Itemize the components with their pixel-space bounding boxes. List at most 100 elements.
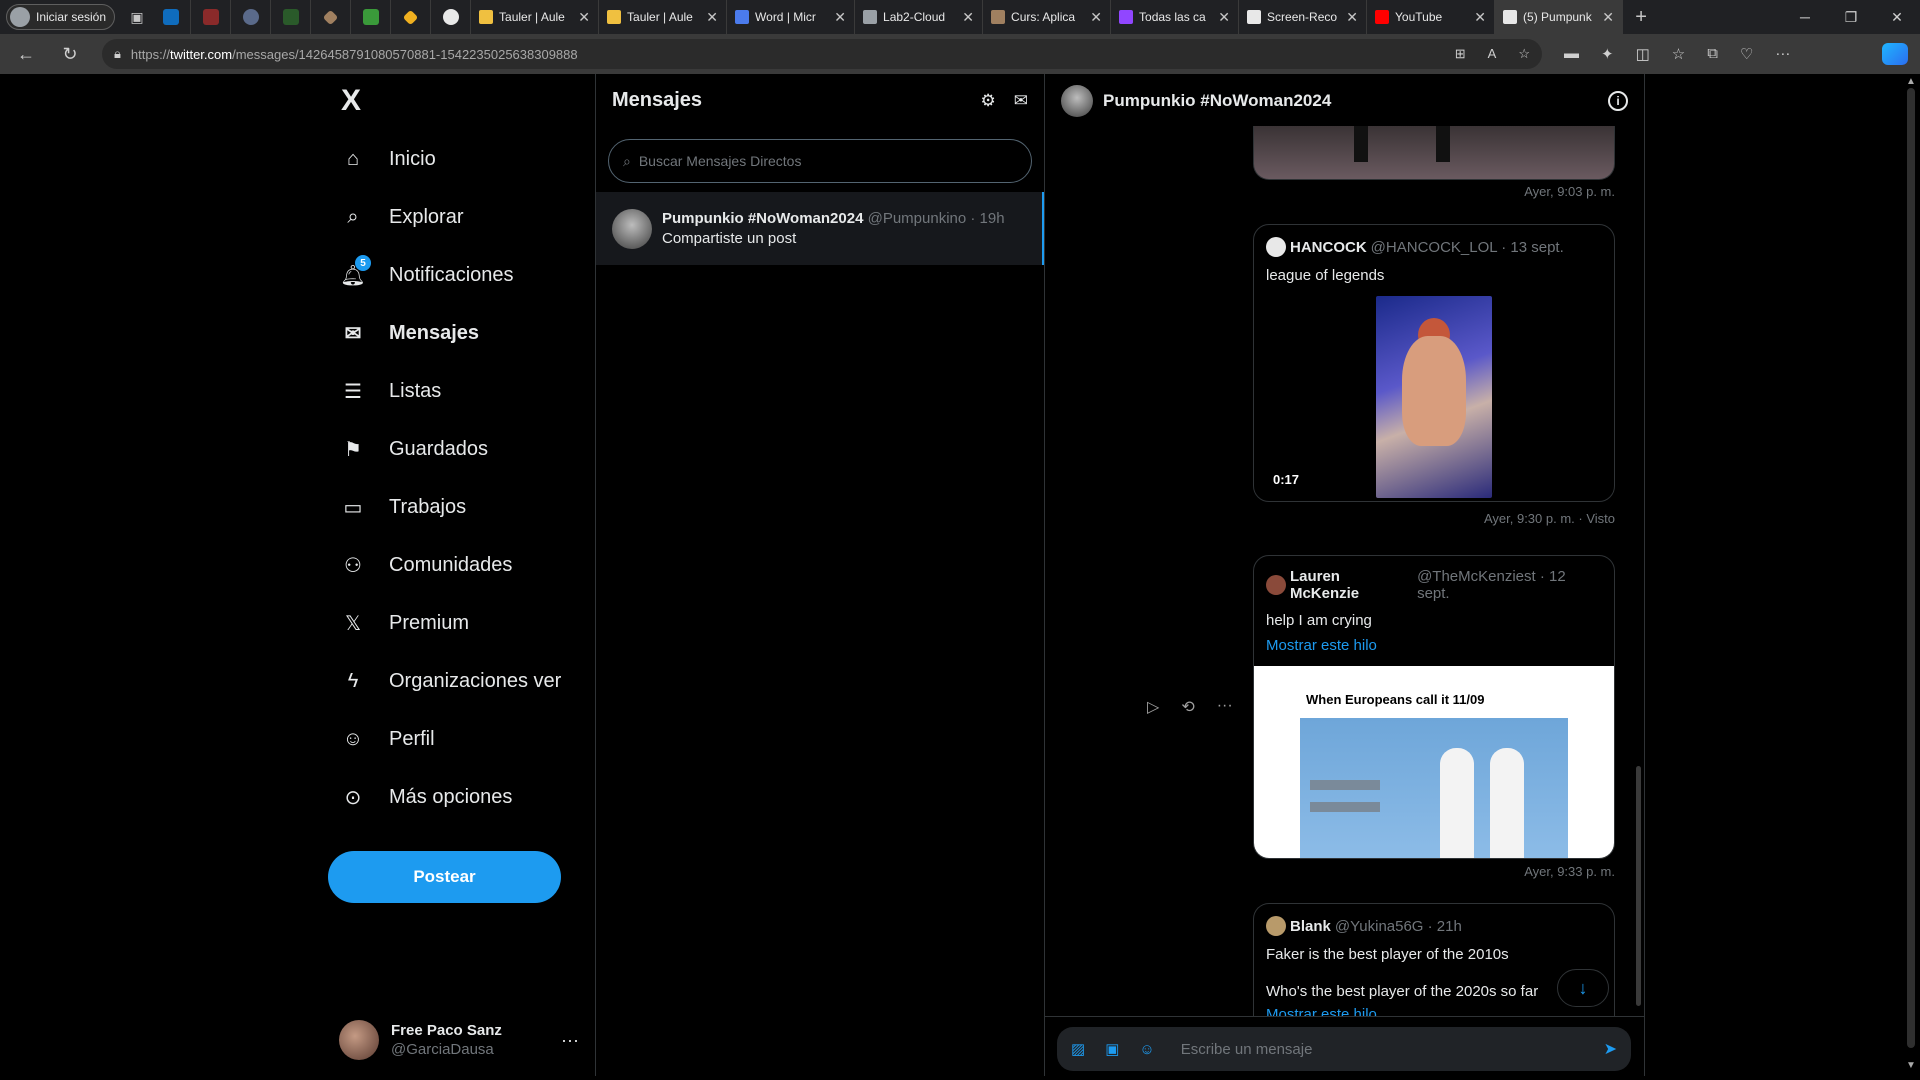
post-text: help I am crying [1266, 612, 1372, 629]
close-tab-icon[interactable]: ✕ [962, 9, 974, 26]
sidebar-item-explorar[interactable]: ⌕ Explorar [327, 188, 587, 246]
people-icon: ⚇ [344, 554, 362, 577]
media-icon[interactable]: ▨ [1071, 1040, 1085, 1058]
split-screen-icon[interactable]: ◫ [1636, 45, 1650, 63]
send-icon[interactable]: ➤ [1604, 1039, 1617, 1059]
close-tab-icon[interactable]: ✕ [834, 9, 846, 26]
sidebar-item-listas[interactable]: ☰ Listas [327, 362, 587, 420]
sidebar-item-mensajes[interactable]: ✉ Mensajes [327, 304, 587, 362]
new-tab-button[interactable]: + [1623, 6, 1659, 29]
tab-favicon-icon [1119, 10, 1134, 24]
message-composer[interactable]: ▨ ▣ ☺ Escribe un mensaje ➤ [1057, 1027, 1631, 1071]
sidebar-item-premium[interactable]: 𝕏 Premium [327, 594, 587, 652]
sidebar-item-inicio[interactable]: ⌂ Inicio [327, 130, 587, 188]
page-scrollbar[interactable]: ▲ ▼ [1902, 74, 1920, 1076]
pinned-tab[interactable] [311, 0, 352, 34]
workspaces-icon[interactable]: ▣ [123, 3, 151, 31]
lock-icon: 🔒︎ [114, 46, 121, 61]
collections-icon[interactable]: ⧉ [1707, 45, 1718, 63]
pinned-tab[interactable] [391, 0, 432, 34]
pinned-tab[interactable] [231, 0, 272, 34]
react-icon[interactable]: ⟲ [1181, 697, 1194, 717]
close-tab-icon[interactable]: ✕ [706, 9, 718, 26]
browser-tab[interactable]: Todas las ca ✕ [1111, 0, 1240, 34]
post-button[interactable]: Postear [328, 851, 561, 903]
minimize-icon[interactable]: ─ [1782, 0, 1828, 34]
page-scrollbar-thumb[interactable] [1907, 88, 1915, 1048]
url-field[interactable]: 🔒︎ https://twitter.com/messages/14264587… [102, 39, 1542, 69]
new-message-icon[interactable]: ✉ [1014, 91, 1028, 111]
restore-icon[interactable]: ❐ [1828, 0, 1874, 34]
share-icon[interactable]: ▷ [1147, 697, 1159, 717]
browser-tab[interactable]: YouTube ✕ [1367, 0, 1496, 34]
gif-icon[interactable]: ▣ [1105, 1040, 1119, 1058]
close-tab-icon[interactable]: ✕ [1602, 9, 1614, 26]
profile-button[interactable]: Iniciar sesión [6, 4, 116, 30]
scroll-up-icon[interactable]: ▲ [1906, 76, 1916, 87]
message-input[interactable]: Escribe un mensaje [1181, 1041, 1313, 1058]
pinned-tab[interactable] [271, 0, 312, 34]
browser-tab[interactable]: Word | Micr ✕ [727, 0, 856, 34]
sidebar-item-notificaciones[interactable]: 🔔︎ 5 Notificaciones [327, 246, 587, 304]
browser-tab[interactable]: Screen-Reco ✕ [1239, 0, 1368, 34]
shared-post-card[interactable]: Lauren McKenzie @TheMcKenziest · 12 sept.… [1253, 555, 1615, 859]
browser-tab[interactable]: (5) Pumpunk ✕ [1495, 0, 1624, 34]
browser-tab[interactable]: Tauler | Aule ✕ [471, 0, 600, 34]
shared-image-preview[interactable] [1253, 126, 1615, 180]
post-video[interactable] [1376, 296, 1492, 498]
close-tab-icon[interactable]: ✕ [1090, 9, 1102, 26]
emoji-icon[interactable]: ☺ [1139, 1041, 1154, 1058]
info-icon[interactable]: i [1608, 90, 1628, 111]
browser-tab[interactable]: Tauler | Aule ✕ [599, 0, 728, 34]
x-logo-icon: 𝕏 [344, 612, 362, 635]
scroll-down-icon[interactable]: ▼ [1906, 1060, 1916, 1071]
favorite-star-icon[interactable]: ☆ [1518, 46, 1530, 62]
close-tab-icon[interactable]: ✕ [578, 9, 590, 26]
show-thread-link[interactable]: Mostrar este hilo [1266, 637, 1602, 654]
close-tab-icon[interactable]: ✕ [1474, 9, 1486, 26]
account-switcher[interactable]: Free Paco Sanz @GarciaDausa ··· [339, 1010, 579, 1070]
scroll-to-bottom-button[interactable]: ↓ [1557, 969, 1609, 1007]
favorites-icon[interactable]: ☆ [1672, 45, 1685, 63]
back-icon[interactable]: ← [8, 36, 44, 72]
pinned-tab[interactable] [191, 0, 232, 34]
sidebar-item-perfil[interactable]: ☺ Perfil [327, 710, 587, 768]
browser-essentials-icon[interactable]: ♡ [1740, 45, 1753, 63]
conversation-item[interactable]: Pumpunkio #NoWoman2024 @Pumpunkino · 19h… [596, 192, 1044, 265]
pinned-tab[interactable] [431, 0, 472, 34]
shared-post-card[interactable]: HANCOCK @HANCOCK_LOL · 13 sept. league of… [1253, 224, 1615, 502]
dm-search-input[interactable]: ⌕ Buscar Mensajes Directos [608, 139, 1032, 183]
avatar[interactable] [1061, 84, 1093, 117]
more-icon[interactable]: ··· [1217, 697, 1233, 717]
sidebar-item-label: Organizaciones ver [389, 669, 562, 692]
read-aloud-icon[interactable]: A [1488, 46, 1497, 62]
settings-gear-icon[interactable]: ⚙ [981, 91, 996, 111]
browser-tab[interactable]: Lab2-Cloud ✕ [855, 0, 984, 34]
sidebar: X ⌂ Inicio ⌕ Explorar 🔔︎ 5 Notificaciones ✉ Mens… [327, 74, 595, 1076]
sidebar-item-guardados[interactable]: ⚑ Guardados [327, 420, 587, 478]
settings-more-icon[interactable]: ··· [1775, 45, 1790, 63]
close-tab-icon[interactable]: ✕ [1218, 9, 1230, 26]
sidebar-item-organizaciones-ver[interactable]: ϟ Organizaciones ver [327, 652, 587, 710]
x-logo[interactable]: X [341, 84, 361, 118]
conversation-scrollbar[interactable] [1634, 126, 1642, 1016]
sidebar-item-trabajos[interactable]: ▭ Trabajos [327, 478, 587, 536]
show-thread-link[interactable]: Mostrar este hilo [1266, 1006, 1602, 1016]
close-window-icon[interactable]: ✕ [1874, 0, 1920, 34]
more-icon[interactable]: ··· [561, 1030, 579, 1051]
extensions-icon[interactable]: ✦ [1601, 45, 1614, 63]
extension-flag-icon[interactable]: ▬ [1564, 45, 1579, 63]
pinned-tab[interactable] [351, 0, 392, 34]
refresh-icon[interactable]: ↻ [52, 36, 88, 72]
conversation-scrollbar-thumb[interactable] [1636, 766, 1641, 1006]
image-figure [1310, 780, 1380, 790]
sidebar-item-label: Notificaciones [389, 263, 514, 286]
browser-tab[interactable]: Curs: Aplica ✕ [983, 0, 1112, 34]
copilot-icon[interactable] [1882, 43, 1908, 65]
close-tab-icon[interactable]: ✕ [1346, 9, 1358, 26]
post-image[interactable]: When Europeans call it 11/09 [1254, 666, 1614, 858]
sidebar-item-más-opciones[interactable]: ⊙ Más opciones [327, 768, 587, 826]
sidebar-item-comunidades[interactable]: ⚇ Comunidades [327, 536, 587, 594]
pinned-tab[interactable] [151, 0, 192, 34]
app-available-icon[interactable]: ⊞ [1455, 46, 1466, 62]
